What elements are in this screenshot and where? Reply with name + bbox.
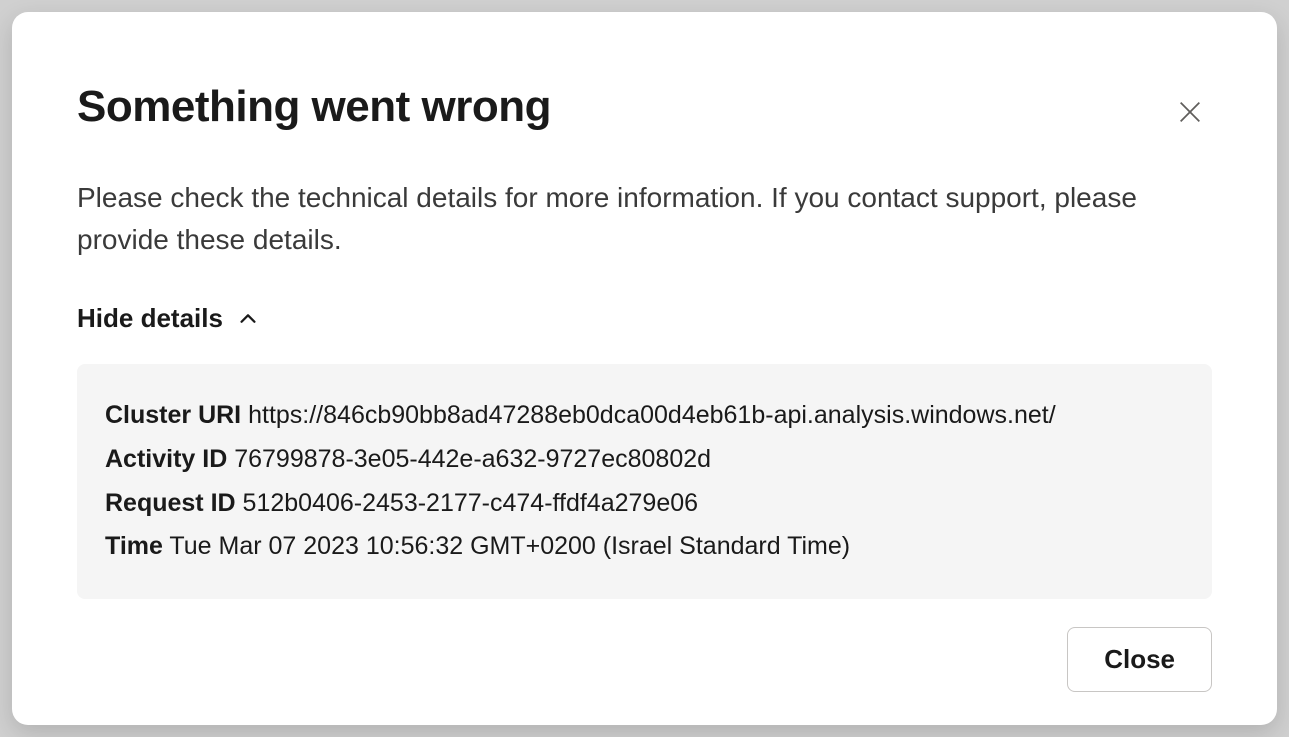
detail-label: Request ID bbox=[105, 489, 236, 517]
detail-row-cluster-uri: Cluster URI https://846cb90bb8ad47288eb0… bbox=[105, 394, 1184, 438]
details-panel: Cluster URI https://846cb90bb8ad47288eb0… bbox=[77, 364, 1212, 599]
detail-value: https://846cb90bb8ad47288eb0dca00d4eb61b… bbox=[248, 401, 1056, 429]
detail-label: Time bbox=[105, 532, 163, 560]
detail-row-activity-id: Activity ID 76799878-3e05-442e-a632-9727… bbox=[105, 438, 1184, 482]
dialog-footer: Close bbox=[77, 627, 1212, 692]
dialog-title: Something went wrong bbox=[77, 82, 551, 132]
error-dialog: Something went wrong Please check the te… bbox=[12, 12, 1277, 725]
chevron-up-icon bbox=[237, 308, 259, 330]
close-button[interactable]: Close bbox=[1067, 627, 1212, 692]
detail-value: Tue Mar 07 2023 10:56:32 GMT+0200 (Israe… bbox=[169, 532, 850, 560]
close-icon-button[interactable] bbox=[1168, 90, 1212, 137]
detail-value: 76799878-3e05-442e-a632-9727ec80802d bbox=[234, 445, 711, 473]
dialog-description: Please check the technical details for m… bbox=[77, 177, 1212, 261]
detail-row-time: Time Tue Mar 07 2023 10:56:32 GMT+0200 (… bbox=[105, 525, 1184, 569]
details-toggle-label: Hide details bbox=[77, 303, 223, 334]
dialog-header: Something went wrong bbox=[77, 82, 1212, 137]
detail-label: Activity ID bbox=[105, 445, 227, 473]
detail-row-request-id: Request ID 512b0406-2453-2177-c474-ffdf4… bbox=[105, 482, 1184, 526]
detail-label: Cluster URI bbox=[105, 401, 241, 429]
detail-value: 512b0406-2453-2177-c474-ffdf4a279e06 bbox=[243, 489, 699, 517]
details-toggle-button[interactable]: Hide details bbox=[77, 303, 259, 334]
close-icon bbox=[1176, 98, 1204, 129]
